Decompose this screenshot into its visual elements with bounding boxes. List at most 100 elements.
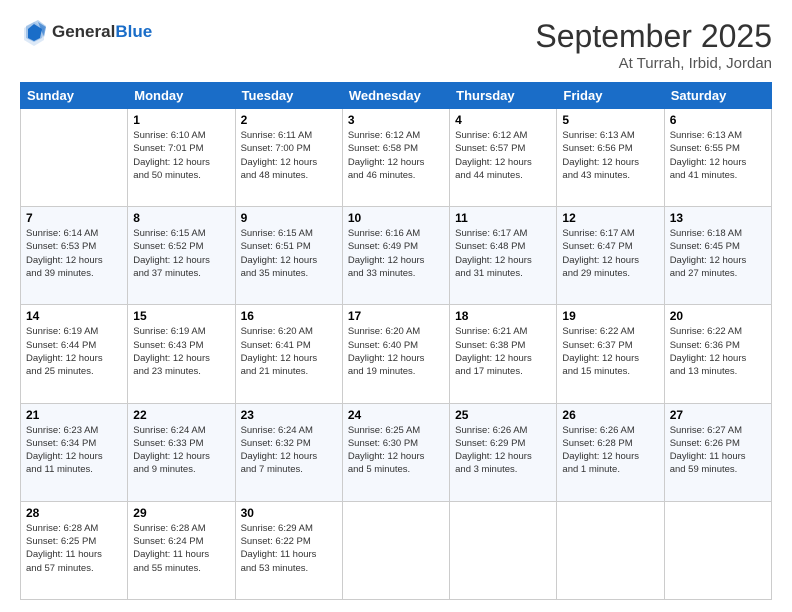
day-info: Sunrise: 6:20 AM Sunset: 6:40 PM Dayligh…: [348, 325, 444, 378]
calendar-cell: 17 Sunrise: 6:20 AM Sunset: 6:40 PM Dayli…: [342, 305, 449, 403]
day-number: 25: [455, 408, 551, 422]
week-row-3: 14 Sunrise: 6:19 AM Sunset: 6:44 PM Dayli…: [21, 305, 772, 403]
day-number: 23: [241, 408, 337, 422]
calendar-cell: [557, 501, 664, 599]
day-info: Sunrise: 6:13 AM Sunset: 6:55 PM Dayligh…: [670, 129, 766, 182]
day-info: Sunrise: 6:15 AM Sunset: 6:52 PM Dayligh…: [133, 227, 229, 280]
day-number: 14: [26, 309, 122, 323]
calendar-cell: 8 Sunrise: 6:15 AM Sunset: 6:52 PM Daylig…: [128, 207, 235, 305]
day-info: Sunrise: 6:24 AM Sunset: 6:33 PM Dayligh…: [133, 424, 229, 477]
day-header-monday: Monday: [128, 83, 235, 109]
day-number: 21: [26, 408, 122, 422]
day-info: Sunrise: 6:21 AM Sunset: 6:38 PM Dayligh…: [455, 325, 551, 378]
calendar-cell: 12 Sunrise: 6:17 AM Sunset: 6:47 PM Dayli…: [557, 207, 664, 305]
day-info: Sunrise: 6:12 AM Sunset: 6:58 PM Dayligh…: [348, 129, 444, 182]
calendar-cell: 10 Sunrise: 6:16 AM Sunset: 6:49 PM Dayli…: [342, 207, 449, 305]
day-number: 20: [670, 309, 766, 323]
title-block: September 2025 At Turrah, Irbid, Jordan: [535, 18, 772, 72]
day-number: 3: [348, 113, 444, 127]
day-info: Sunrise: 6:24 AM Sunset: 6:32 PM Dayligh…: [241, 424, 337, 477]
day-number: 18: [455, 309, 551, 323]
day-info: Sunrise: 6:18 AM Sunset: 6:45 PM Dayligh…: [670, 227, 766, 280]
day-info: Sunrise: 6:26 AM Sunset: 6:29 PM Dayligh…: [455, 424, 551, 477]
day-info: Sunrise: 6:20 AM Sunset: 6:41 PM Dayligh…: [241, 325, 337, 378]
logo-blue-text: Blue: [115, 22, 152, 42]
calendar-cell: 13 Sunrise: 6:18 AM Sunset: 6:45 PM Dayli…: [664, 207, 771, 305]
calendar-cell: 15Sunrise: 6:19 AM Sunset: 6:43 PM Dayli…: [128, 305, 235, 403]
day-number: 22: [133, 408, 229, 422]
day-number: 7: [26, 211, 122, 225]
calendar-cell: [342, 501, 449, 599]
day-info: Sunrise: 6:17 AM Sunset: 6:48 PM Dayligh…: [455, 227, 551, 280]
day-number: 15: [133, 309, 229, 323]
day-header-saturday: Saturday: [664, 83, 771, 109]
day-info: Sunrise: 6:10 AM Sunset: 7:01 PM Dayligh…: [133, 129, 229, 182]
calendar-cell: 22 Sunrise: 6:24 AM Sunset: 6:33 PM Dayli…: [128, 403, 235, 501]
calendar-cell: 18 Sunrise: 6:21 AM Sunset: 6:38 PM Dayli…: [450, 305, 557, 403]
day-info: Sunrise: 6:27 AM Sunset: 6:26 PM Dayligh…: [670, 424, 766, 477]
day-number: 30: [241, 506, 337, 520]
calendar-cell: [450, 501, 557, 599]
calendar-cell: 16Sunrise: 6:20 AM Sunset: 6:41 PM Dayli…: [235, 305, 342, 403]
calendar-cell: 21 Sunrise: 6:23 AM Sunset: 6:34 PM Dayli…: [21, 403, 128, 501]
header: General Blue September 2025 At Turrah, I…: [20, 18, 772, 72]
logo-general-text: General: [52, 22, 115, 42]
day-info: Sunrise: 6:15 AM Sunset: 6:51 PM Dayligh…: [241, 227, 337, 280]
day-number: 10: [348, 211, 444, 225]
calendar-cell: 1Sunrise: 6:10 AM Sunset: 7:01 PM Daylig…: [128, 109, 235, 207]
day-info: Sunrise: 6:19 AM Sunset: 6:44 PM Dayligh…: [26, 325, 122, 378]
day-header-sunday: Sunday: [21, 83, 128, 109]
day-header-thursday: Thursday: [450, 83, 557, 109]
calendar-cell: 23 Sunrise: 6:24 AM Sunset: 6:32 PM Dayli…: [235, 403, 342, 501]
day-header-tuesday: Tuesday: [235, 83, 342, 109]
calendar-cell: 19 Sunrise: 6:22 AM Sunset: 6:37 PM Dayli…: [557, 305, 664, 403]
calendar-cell: 28Sunrise: 6:28 AM Sunset: 6:25 PM Dayli…: [21, 501, 128, 599]
day-info: Sunrise: 6:25 AM Sunset: 6:30 PM Dayligh…: [348, 424, 444, 477]
calendar-cell: 26Sunrise: 6:26 AM Sunset: 6:28 PM Dayli…: [557, 403, 664, 501]
calendar-cell: 2Sunrise: 6:11 AM Sunset: 7:00 PM Daylig…: [235, 109, 342, 207]
day-info: Sunrise: 6:14 AM Sunset: 6:53 PM Dayligh…: [26, 227, 122, 280]
calendar-cell: 9 Sunrise: 6:15 AM Sunset: 6:51 PM Daylig…: [235, 207, 342, 305]
location-subtitle: At Turrah, Irbid, Jordan: [535, 55, 772, 72]
day-info: Sunrise: 6:16 AM Sunset: 6:49 PM Dayligh…: [348, 227, 444, 280]
day-number: 6: [670, 113, 766, 127]
month-title: September 2025: [535, 18, 772, 55]
day-number: 13: [670, 211, 766, 225]
day-info: Sunrise: 6:22 AM Sunset: 6:36 PM Dayligh…: [670, 325, 766, 378]
day-number: 12: [562, 211, 658, 225]
day-number: 8: [133, 211, 229, 225]
day-number: 27: [670, 408, 766, 422]
day-info: Sunrise: 6:26 AM Sunset: 6:28 PM Dayligh…: [562, 424, 658, 477]
calendar-cell: 3 Sunrise: 6:12 AM Sunset: 6:58 PM Daylig…: [342, 109, 449, 207]
day-info: Sunrise: 6:22 AM Sunset: 6:37 PM Dayligh…: [562, 325, 658, 378]
calendar-cell: 24Sunrise: 6:25 AM Sunset: 6:30 PM Dayli…: [342, 403, 449, 501]
day-number: 2: [241, 113, 337, 127]
page: General Blue September 2025 At Turrah, I…: [0, 0, 792, 612]
week-row-4: 21 Sunrise: 6:23 AM Sunset: 6:34 PM Dayli…: [21, 403, 772, 501]
day-number: 4: [455, 113, 551, 127]
day-number: 11: [455, 211, 551, 225]
day-info: Sunrise: 6:12 AM Sunset: 6:57 PM Dayligh…: [455, 129, 551, 182]
week-row-1: 1Sunrise: 6:10 AM Sunset: 7:01 PM Daylig…: [21, 109, 772, 207]
day-number: 17: [348, 309, 444, 323]
week-row-5: 28Sunrise: 6:28 AM Sunset: 6:25 PM Dayli…: [21, 501, 772, 599]
day-header-wednesday: Wednesday: [342, 83, 449, 109]
calendar: SundayMondayTuesdayWednesdayThursdayFrid…: [20, 82, 772, 600]
calendar-cell: 6 Sunrise: 6:13 AM Sunset: 6:55 PM Daylig…: [664, 109, 771, 207]
day-info: Sunrise: 6:28 AM Sunset: 6:25 PM Dayligh…: [26, 522, 122, 575]
day-info: Sunrise: 6:17 AM Sunset: 6:47 PM Dayligh…: [562, 227, 658, 280]
day-number: 29: [133, 506, 229, 520]
logo: General Blue: [20, 18, 152, 46]
calendar-cell: [664, 501, 771, 599]
calendar-cell: 7 Sunrise: 6:14 AM Sunset: 6:53 PM Daylig…: [21, 207, 128, 305]
day-info: Sunrise: 6:28 AM Sunset: 6:24 PM Dayligh…: [133, 522, 229, 575]
week-row-2: 7 Sunrise: 6:14 AM Sunset: 6:53 PM Daylig…: [21, 207, 772, 305]
calendar-cell: 4 Sunrise: 6:12 AM Sunset: 6:57 PM Daylig…: [450, 109, 557, 207]
calendar-cell: 20 Sunrise: 6:22 AM Sunset: 6:36 PM Dayli…: [664, 305, 771, 403]
day-info: Sunrise: 6:23 AM Sunset: 6:34 PM Dayligh…: [26, 424, 122, 477]
day-info: Sunrise: 6:13 AM Sunset: 6:56 PM Dayligh…: [562, 129, 658, 182]
day-number: 5: [562, 113, 658, 127]
day-number: 19: [562, 309, 658, 323]
day-number: 9: [241, 211, 337, 225]
calendar-cell: 14 Sunrise: 6:19 AM Sunset: 6:44 PM Dayli…: [21, 305, 128, 403]
